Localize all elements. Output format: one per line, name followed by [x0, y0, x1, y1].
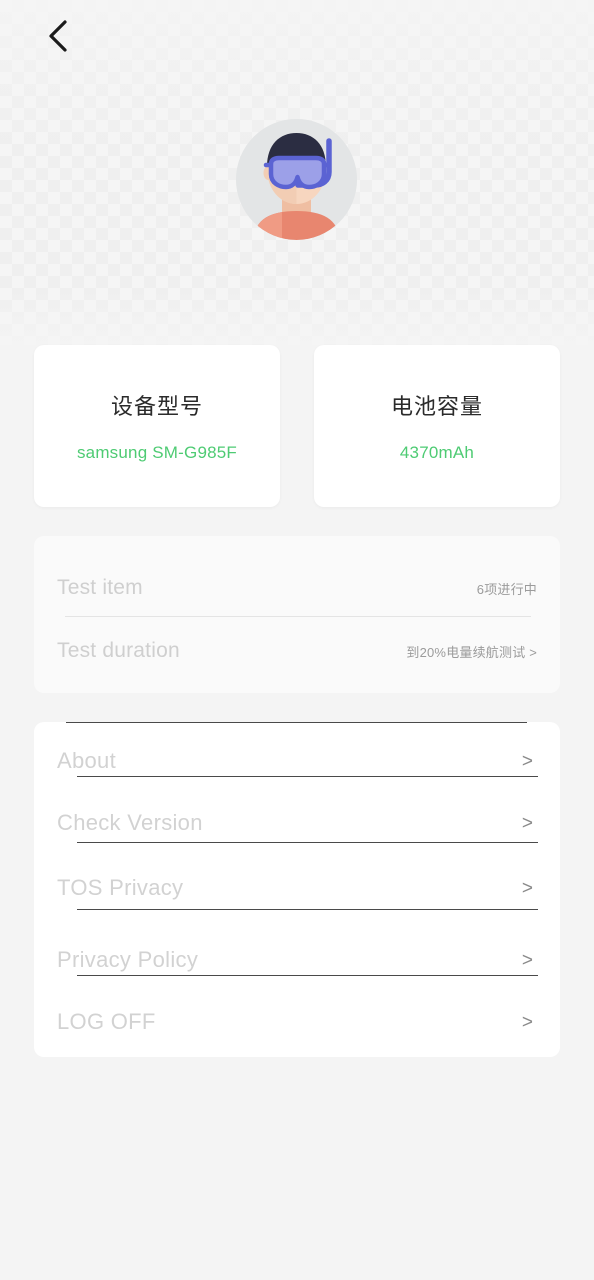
- test-card-divider: [65, 616, 531, 617]
- chevron-right-icon: >: [521, 877, 533, 899]
- menu-item-label: Check Version: [57, 810, 203, 835]
- device-info-card-row: 设备型号 samsung SM-G985F 电池容量 4370mAh: [34, 345, 560, 507]
- chevron-left-icon: [45, 19, 71, 53]
- chevron-right-icon: >: [521, 949, 533, 971]
- test-item-row[interactable]: Test item 6项进行中: [57, 560, 537, 616]
- test-duration-value: 到20%电量续航测试 >: [406, 644, 537, 660]
- test-duration-row[interactable]: Test duration 到20%电量续航测试 >: [57, 623, 537, 679]
- test-status-card: Test item 6项进行中 Test duration 到20%电量续航测试…: [34, 536, 560, 693]
- avatar[interactable]: [236, 119, 357, 240]
- menu-divider: [77, 909, 538, 910]
- menu-item-privacy-policy[interactable]: Privacy Policy >: [57, 935, 537, 985]
- menu-item-check-version[interactable]: Check Version >: [57, 798, 537, 848]
- menu-item-log-off[interactable]: LOG OFF >: [57, 997, 537, 1047]
- menu-item-tos-privacy[interactable]: TOS Privacy >: [57, 863, 537, 913]
- device-model-title: 设备型号: [110, 394, 203, 419]
- menu-divider: [77, 975, 538, 976]
- menu-top-divider: [66, 722, 527, 723]
- menu-item-label: About: [57, 748, 116, 773]
- battery-capacity-title: 电池容量: [390, 394, 483, 419]
- test-duration-label: Test duration: [57, 639, 180, 662]
- device-model-value: samsung SM-G985F: [76, 443, 238, 462]
- diver-avatar-icon: [236, 119, 357, 240]
- test-item-value: 6项进行中: [476, 581, 537, 597]
- menu-item-label: LOG OFF: [57, 1009, 156, 1034]
- device-model-card: 设备型号 samsung SM-G985F: [34, 345, 280, 507]
- test-item-label: Test item: [57, 576, 143, 599]
- menu-item-label: TOS Privacy: [57, 875, 184, 900]
- menu-item-about[interactable]: About >: [57, 736, 537, 786]
- settings-menu-card: About > Check Version > TOS Privacy > Pr…: [34, 722, 560, 1057]
- chevron-right-icon: >: [521, 812, 533, 834]
- menu-divider: [77, 842, 538, 843]
- menu-divider: [77, 776, 538, 777]
- back-button[interactable]: [34, 12, 82, 60]
- battery-capacity-card: 电池容量 4370mAh: [314, 345, 560, 507]
- menu-item-label: Privacy Policy: [57, 947, 199, 972]
- chevron-right-icon: >: [521, 750, 533, 772]
- chevron-right-icon: >: [521, 1011, 533, 1033]
- battery-capacity-value: 4370mAh: [399, 443, 475, 462]
